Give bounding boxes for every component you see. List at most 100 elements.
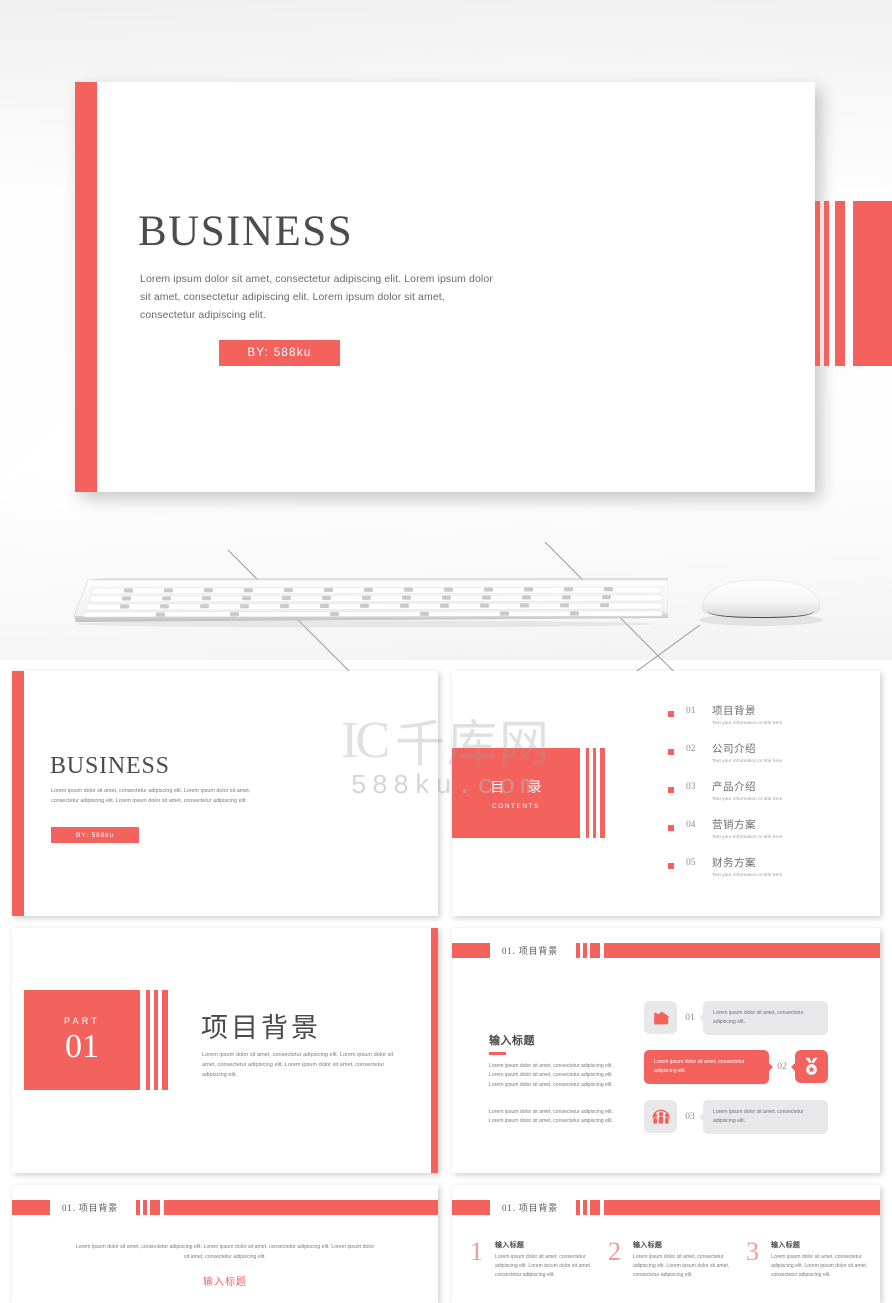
hero-stripe-2	[824, 201, 829, 366]
icon-chip-active	[791, 1050, 828, 1084]
cover-description: Lorem ipsum dolor sit amet, consectetur …	[51, 788, 251, 804]
list-item[interactable]: 01 项目背景 Text your information or title h…	[668, 706, 868, 725]
hero-accent-bar	[75, 82, 97, 492]
column-text: Lorem ipsum dolor sit amet, consectetur …	[633, 1254, 730, 1279]
part-description: Lorem ipsum dolor sit amet, consectetur …	[202, 1052, 394, 1079]
header-stripe-2	[143, 1200, 147, 1215]
contents-heading-block: 目 录 CONTENTS	[452, 748, 580, 838]
header-stripe-1	[576, 1200, 580, 1215]
list-item[interactable]: 03 产品介绍 Text your information or title h…	[668, 782, 868, 801]
centered-paragraph: Lorem ipsum dolor sit amet, consectetur …	[75, 1244, 375, 1260]
three-header-title: 01. 项目背景	[502, 1203, 558, 1213]
bullet-square-icon	[668, 863, 674, 870]
part-block: PART 01	[24, 990, 140, 1090]
thumbnail-slide-cover[interactable]: BUSINESS Lorem ipsum dolor sit amet, con…	[12, 671, 438, 916]
detail-header-bar: 01. 项目背景	[452, 943, 880, 958]
part-title: 项目背景	[201, 1013, 321, 1043]
detail-row[interactable]: Lorem ipsum dolor sit amet, consectetur …	[644, 1050, 828, 1084]
header-stripe-2	[583, 1200, 587, 1215]
centered-header-bar: 01. 项目背景	[12, 1200, 438, 1215]
chip-arrow-icon	[791, 1062, 795, 1071]
hero-description: Lorem ipsum dolor sit amet, consectetur …	[140, 273, 493, 322]
part-number: 01	[65, 1027, 99, 1065]
toc-title: 财务方案	[712, 858, 756, 870]
toc-title: 项目背景	[712, 706, 756, 717]
thumbnail-slide-contents[interactable]: 目 录 CONTENTS 01 项目背景 Text your informati…	[452, 671, 880, 916]
bullet-square-icon	[668, 787, 674, 794]
detail-row-bubble: Lorem ipsum dolor sit amet, consectetur …	[699, 1100, 828, 1134]
icon-chip	[644, 1001, 677, 1035]
toc-number: 05	[686, 858, 696, 869]
toc-subtitle: Text your information or title here	[712, 871, 783, 877]
people-icon	[651, 1109, 670, 1124]
list-item[interactable]: 05 财务方案 Text your information or title h…	[668, 858, 868, 877]
bubble-arrow-icon	[699, 1112, 703, 1121]
contents-stripe-3	[600, 748, 605, 838]
column-text: Lorem ipsum dolor sit amet, consectetur …	[495, 1254, 592, 1279]
part-stripe-2	[154, 990, 158, 1090]
header-block-long	[164, 1200, 438, 1215]
hero-stripe-1	[815, 201, 820, 366]
contents-heading-cn: 目 录	[490, 780, 552, 796]
mouse-image	[699, 579, 823, 626]
header-block-left	[12, 1200, 50, 1215]
toc-number: 04	[686, 820, 696, 831]
hero-logo-block: COMPANY	[853, 201, 892, 366]
hero-stripe-3	[835, 201, 845, 366]
header-block-left	[452, 943, 490, 958]
toc-subtitle: Text your information or title here	[712, 795, 783, 801]
bullet-square-icon	[668, 825, 674, 832]
cover-byline-button[interactable]: BY: 588ku	[51, 827, 139, 843]
hero-slide[interactable]: BUSINESS Lorem ipsum dolor sit amet, con…	[75, 82, 892, 492]
thumbnail-slide-three-columns[interactable]: 01. 项目背景 1 输入标题 Lorem ipsum dolor sit am…	[452, 1185, 880, 1303]
column-item[interactable]: 3 输入标题 Lorem ipsum dolor sit amet, conse…	[746, 1237, 876, 1280]
centered-title: 输入标题	[203, 1277, 247, 1288]
keyboard-image	[73, 578, 668, 628]
list-item[interactable]: 04 营销方案 Text your information or title h…	[668, 820, 868, 839]
detail-header-title: 01. 项目背景	[502, 946, 558, 956]
column-title: 输入标题	[771, 1242, 801, 1249]
part-stripe-1	[146, 990, 150, 1090]
part-right-accent-bar	[431, 928, 438, 1173]
thumbnail-slide-centered[interactable]: 01. 项目背景 Lorem ipsum dolor sit amet, con…	[12, 1185, 438, 1303]
detail-row[interactable]: 03 Lorem ipsum dolor sit amet, consectet…	[644, 1100, 828, 1134]
column-number: 2	[608, 1237, 621, 1266]
toc-title: 产品介绍	[712, 782, 756, 794]
detail-title-underline	[489, 1052, 506, 1055]
thumbnail-slide-detail[interactable]: 01. 项目背景 输入标题 Lorem ipsum dolor sit amet…	[452, 928, 880, 1173]
list-item[interactable]: 02 公司介绍 Text your information or title h…	[668, 744, 868, 763]
part-stripe-3	[162, 990, 168, 1090]
header-stripe-2	[583, 943, 587, 958]
cover-title: BUSINESS	[50, 753, 170, 779]
column-item[interactable]: 1 输入标题 Lorem ipsum dolor sit amet, conse…	[470, 1237, 600, 1280]
contents-stripe-1	[586, 748, 589, 838]
bubble-arrow-icon	[699, 1013, 703, 1022]
contents-heading-en: CONTENTS	[492, 802, 540, 810]
column-item[interactable]: 2 输入标题 Lorem ipsum dolor sit amet, conse…	[608, 1237, 738, 1280]
column-title: 输入标题	[633, 1242, 663, 1249]
medal-icon	[805, 1058, 818, 1076]
header-block-long	[604, 1200, 880, 1215]
header-block-mid	[590, 1200, 600, 1215]
header-stripe-1	[576, 943, 580, 958]
thumbnail-slide-part[interactable]: PART 01 项目背景 Lorem ipsum dolor sit amet,…	[12, 928, 438, 1173]
column-number: 1	[470, 1237, 483, 1266]
centered-header-title: 01. 项目背景	[62, 1203, 118, 1213]
toc-number: 02	[686, 744, 696, 755]
hero-byline-button[interactable]: BY: 588ku	[219, 340, 340, 366]
header-block-long	[604, 943, 880, 958]
detail-title: 输入标题	[489, 1035, 535, 1047]
bubble-arrow-icon	[769, 1062, 773, 1071]
contents-stripe-2	[593, 748, 596, 838]
detail-paragraph-1: Lorem ipsum dolor sit amet, consectetur …	[489, 1063, 614, 1088]
contents-list: 01 项目背景 Text your information or title h…	[668, 706, 868, 896]
detail-row[interactable]: 01 Lorem ipsum dolor sit amet, consectet…	[644, 1001, 828, 1035]
icon-chip	[644, 1100, 677, 1134]
toc-number: 03	[686, 782, 696, 793]
column-title: 输入标题	[495, 1242, 525, 1249]
toc-number: 01	[686, 706, 696, 716]
detail-paragraph-2: Lorem ipsum dolor sit amet, consectetur …	[489, 1109, 614, 1125]
detail-row-bubble: Lorem ipsum dolor sit amet, consectetur …	[699, 1001, 828, 1035]
column-number: 3	[746, 1237, 759, 1266]
detail-row-text: Lorem ipsum dolor sit amet, consectetur …	[713, 1109, 804, 1124]
